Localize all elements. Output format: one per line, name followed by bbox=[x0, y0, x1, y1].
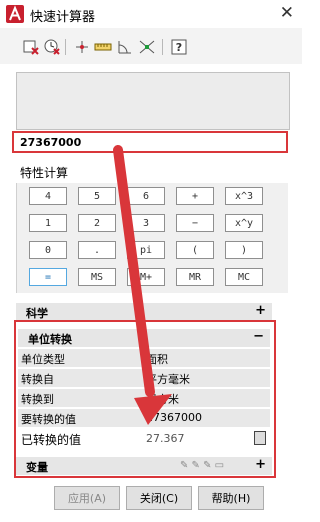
calculator-icon[interactable] bbox=[254, 431, 266, 445]
help-icon[interactable]: ? bbox=[170, 38, 188, 56]
close-button[interactable]: 关闭(C) bbox=[126, 486, 192, 510]
convert-from-row[interactable]: 转换自 平方毫米 bbox=[18, 369, 270, 387]
variable-tools-icon[interactable]: ✎ ✎ ✎ ▭ bbox=[180, 460, 224, 471]
number-pad: 4 5 6 + x^3 1 2 3 − x^y 0 . pi ( ) = MS … bbox=[16, 183, 280, 293]
converted-value: 27.367 bbox=[146, 432, 185, 445]
key-cube[interactable]: x^3 bbox=[225, 187, 263, 205]
key-memory-recall[interactable]: MR bbox=[176, 268, 214, 286]
value-to-convert-label: 要转换的值 bbox=[21, 413, 76, 426]
value-to-convert-row[interactable]: 要转换的值 27367000 bbox=[18, 409, 270, 427]
key-memory-add[interactable]: M+ bbox=[127, 268, 165, 286]
get-coordinates-icon[interactable] bbox=[73, 38, 91, 56]
convert-to-row[interactable]: 转换到 平方米 bbox=[18, 389, 270, 407]
angle-icon[interactable] bbox=[116, 38, 134, 56]
science-section-header[interactable]: 科学 + bbox=[16, 303, 272, 321]
clear-history-icon[interactable] bbox=[43, 38, 61, 56]
key-memory-store[interactable]: MS bbox=[78, 268, 116, 286]
distance-icon[interactable] bbox=[94, 38, 112, 56]
variables-section-label: 变量 bbox=[26, 461, 48, 474]
title-bar: 快速计算器 ✕ bbox=[0, 0, 302, 29]
key-equals[interactable]: = bbox=[29, 268, 67, 286]
key-open-paren[interactable]: ( bbox=[176, 241, 214, 259]
key-2[interactable]: 2 bbox=[78, 214, 116, 232]
toolbar-separator bbox=[65, 39, 66, 55]
key-3[interactable]: 3 bbox=[127, 214, 165, 232]
clear-icon[interactable] bbox=[22, 38, 40, 56]
key-pi[interactable]: pi bbox=[127, 241, 165, 259]
convert-to-label: 转换到 bbox=[21, 393, 54, 406]
key-power[interactable]: x^y bbox=[225, 214, 263, 232]
key-1[interactable]: 1 bbox=[29, 214, 67, 232]
properties-label: 特性计算 bbox=[20, 166, 69, 180]
toolbar: ? bbox=[0, 28, 302, 64]
value-to-convert-value[interactable]: 27367000 bbox=[146, 411, 202, 424]
window-title: 快速计算器 bbox=[30, 10, 96, 25]
key-memory-clear[interactable]: MC bbox=[225, 268, 263, 286]
autocad-logo-icon bbox=[6, 5, 24, 23]
variables-section-header[interactable]: 变量 + bbox=[16, 457, 272, 475]
expression-input[interactable] bbox=[14, 133, 286, 151]
svg-text:?: ? bbox=[176, 41, 182, 54]
close-icon[interactable]: ✕ bbox=[280, 3, 294, 23]
unit-type-label: 单位类型 bbox=[21, 353, 65, 366]
key-minus[interactable]: − bbox=[176, 214, 214, 232]
key-decimal[interactable]: . bbox=[78, 241, 116, 259]
help-button[interactable]: 帮助(H) bbox=[198, 486, 264, 510]
keypad-scrollbar[interactable] bbox=[278, 183, 288, 293]
converted-value-row: 已转换的值 27.367 bbox=[18, 430, 270, 448]
apply-button[interactable]: 应用(A) bbox=[54, 486, 120, 510]
unit-conversion-section-label: 单位转换 bbox=[28, 333, 72, 346]
unit-conversion-section-header[interactable]: 单位转换 − bbox=[18, 329, 270, 347]
key-0[interactable]: 0 bbox=[29, 241, 67, 259]
expand-icon[interactable]: + bbox=[255, 303, 266, 318]
key-4[interactable]: 4 bbox=[29, 187, 67, 205]
unit-type-row[interactable]: 单位类型 面积 bbox=[18, 349, 270, 367]
convert-from-label: 转换自 bbox=[21, 373, 54, 386]
collapse-icon[interactable]: − bbox=[253, 329, 264, 344]
key-plus[interactable]: + bbox=[176, 187, 214, 205]
intersection-icon[interactable] bbox=[138, 38, 156, 56]
convert-to-value[interactable]: 平方米 bbox=[146, 391, 179, 407]
toolbar-separator bbox=[162, 39, 163, 55]
input-box bbox=[12, 131, 288, 153]
key-6[interactable]: 6 bbox=[127, 187, 165, 205]
expand-icon[interactable]: + bbox=[255, 457, 266, 472]
unit-type-value[interactable]: 面积 bbox=[146, 351, 168, 367]
history-display bbox=[16, 72, 290, 130]
convert-from-value[interactable]: 平方毫米 bbox=[146, 371, 190, 387]
science-section-label: 科学 bbox=[26, 307, 48, 320]
key-5[interactable]: 5 bbox=[78, 187, 116, 205]
converted-value-label: 已转换的值 bbox=[21, 433, 82, 447]
key-close-paren[interactable]: ) bbox=[225, 241, 263, 259]
